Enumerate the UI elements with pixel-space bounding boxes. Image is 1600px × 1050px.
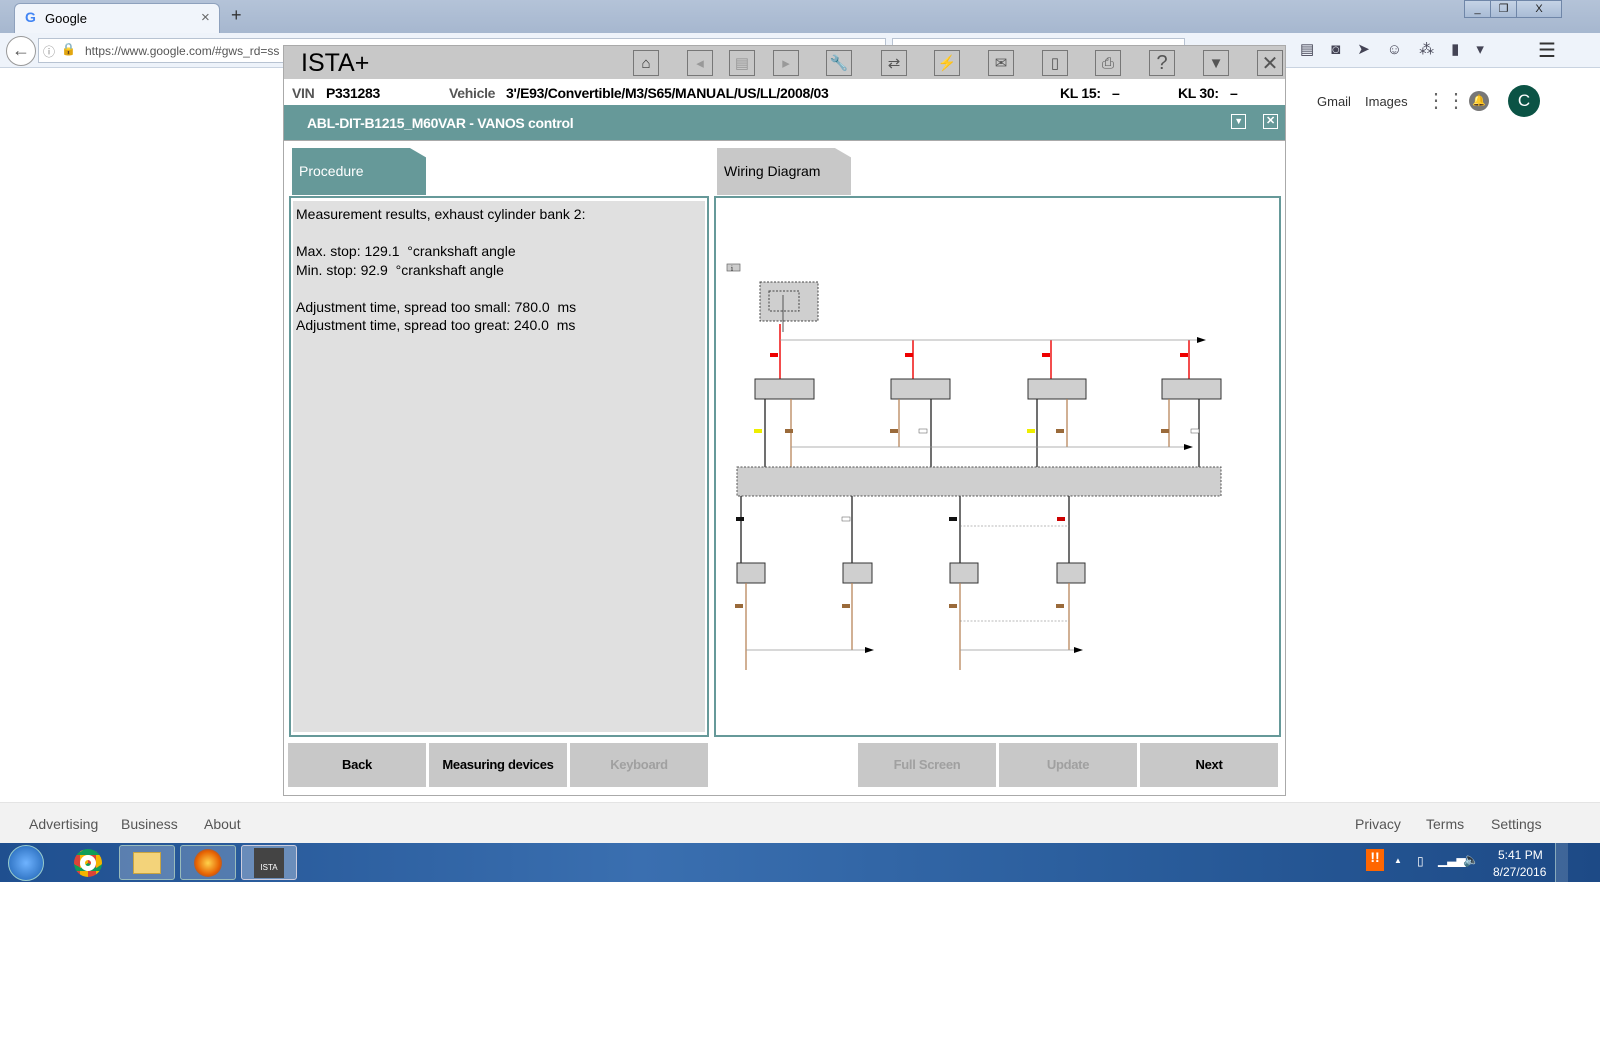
minimize-panel-icon[interactable]: ▼ bbox=[1203, 50, 1229, 76]
update-button[interactable]: Update bbox=[999, 743, 1137, 787]
forward-arrow-icon[interactable]: ▸ bbox=[773, 50, 799, 76]
alert-tray-icon[interactable]: !! bbox=[1366, 849, 1384, 871]
sensor-boxes bbox=[754, 378, 1222, 400]
tab-close-icon[interactable]: × bbox=[201, 9, 210, 26]
close-icon[interactable]: ✕ bbox=[1257, 50, 1283, 76]
menu-icon[interactable]: ☰ bbox=[1538, 38, 1556, 63]
valve-boxes bbox=[736, 562, 1086, 584]
window-close-button[interactable]: X bbox=[1516, 0, 1562, 18]
ista-window: ISTA+ ⌂ ◂ ▤ ▸ 🔧 ⇄ ⚡ ✉ ▯ ⎙ ? ▼ ✕ VIN P331… bbox=[283, 45, 1286, 796]
volume-tray-icon[interactable]: 🔈 bbox=[1463, 852, 1479, 868]
home-icon[interactable]: ⌂ bbox=[633, 50, 659, 76]
kl15-value: – bbox=[1112, 85, 1120, 101]
footer-link-business[interactable]: Business bbox=[121, 816, 178, 832]
footer-link-advertising[interactable]: Advertising bbox=[29, 816, 98, 832]
footer-link-privacy[interactable]: Privacy bbox=[1355, 816, 1401, 832]
wiring-diagram-panel[interactable]: i bbox=[714, 196, 1281, 737]
procedure-panel: Measurement results, exhaust cylinder ba… bbox=[289, 196, 709, 737]
avatar[interactable]: C bbox=[1508, 85, 1540, 117]
section-title: ABL-DIT-B1215_M60VAR - VANOS control bbox=[307, 115, 574, 131]
browser-tab[interactable]: G Google × bbox=[14, 3, 220, 33]
chrome-taskbar-icon[interactable] bbox=[60, 845, 116, 880]
document-icon[interactable]: ▤ bbox=[729, 50, 755, 76]
printer-icon[interactable]: ⎙ bbox=[1095, 50, 1121, 76]
procedure-text: Measurement results, exhaust cylinder ba… bbox=[293, 201, 705, 732]
measuring-devices-button[interactable]: Measuring devices bbox=[429, 743, 567, 787]
tab-wiring-diagram[interactable]: Wiring Diagram bbox=[717, 148, 851, 195]
wire-color-tags bbox=[754, 353, 1200, 434]
full-screen-button[interactable]: Full Screen bbox=[858, 743, 996, 787]
wiring-diagram[interactable]: i bbox=[716, 198, 1279, 735]
tab-title: Google bbox=[45, 11, 87, 26]
clock-date[interactable]: 8/27/2016 bbox=[1493, 865, 1546, 879]
info-icon: i bbox=[726, 263, 741, 273]
explorer-taskbar-icon[interactable] bbox=[119, 845, 175, 880]
ista-taskbar-icon[interactable]: ISTA bbox=[241, 845, 297, 880]
google-footer: Advertising Business About Privacy Terms… bbox=[0, 802, 1600, 843]
kl30-label: KL 30: bbox=[1178, 85, 1219, 101]
extension-icons[interactable]: ▤◙➤☺⁂▮▾ bbox=[1300, 40, 1501, 58]
control-unit bbox=[736, 466, 1222, 497]
new-tab-button[interactable]: + bbox=[231, 5, 242, 26]
footer-link-about[interactable]: About bbox=[204, 816, 241, 832]
vehicle-label: Vehicle bbox=[449, 85, 496, 101]
content-area: Procedure Wiring Diagram Measurement res… bbox=[284, 140, 1285, 795]
section-header: ABL-DIT-B1215_M60VAR - VANOS control ▼ ✕ bbox=[284, 105, 1285, 140]
app-title: ISTA+ bbox=[301, 49, 370, 77]
google-favicon-icon: G bbox=[25, 9, 36, 25]
back-button[interactable]: Back bbox=[288, 743, 426, 787]
show-desktop-button[interactable] bbox=[1555, 843, 1568, 882]
footer-link-terms[interactable]: Terms bbox=[1426, 816, 1464, 832]
clock-time[interactable]: 5:41 PM bbox=[1498, 848, 1543, 862]
vehicle-value: 3'/E93/Convertible/M3/S65/MANUAL/US/LL/2… bbox=[506, 85, 829, 101]
supply-wires bbox=[779, 324, 1190, 379]
gmail-link[interactable]: Gmail bbox=[1317, 94, 1351, 109]
info-icon[interactable]: ⓘ bbox=[43, 43, 55, 60]
next-button[interactable]: Next bbox=[1140, 743, 1278, 787]
mail-icon[interactable]: ✉ bbox=[988, 50, 1014, 76]
show-hidden-icons[interactable]: ▲ bbox=[1394, 856, 1402, 865]
battery-icon[interactable]: ▯ bbox=[1042, 50, 1068, 76]
firefox-taskbar-icon[interactable] bbox=[180, 845, 236, 880]
swap-icon[interactable]: ⇄ bbox=[881, 50, 907, 76]
lock-icon: 🔒 bbox=[61, 42, 76, 56]
minimize-button[interactable]: _ bbox=[1464, 0, 1491, 18]
browser-tab-bar: G Google × + _ ❐ X bbox=[0, 0, 1600, 33]
kl30-value: – bbox=[1230, 85, 1238, 101]
footer-link-settings[interactable]: Settings bbox=[1491, 816, 1542, 832]
vin-label: VIN bbox=[292, 85, 315, 101]
junction-box bbox=[759, 281, 819, 332]
keyboard-button[interactable]: Keyboard bbox=[570, 743, 708, 787]
maximize-button[interactable]: ❐ bbox=[1490, 0, 1517, 18]
kl15-label: KL 15: bbox=[1060, 85, 1101, 101]
wrench-icon[interactable]: 🔧 bbox=[826, 50, 852, 76]
close-section-icon[interactable]: ✕ bbox=[1263, 114, 1278, 129]
back-button[interactable]: ← bbox=[6, 36, 36, 66]
network-tray-icon[interactable]: ▁▃▅ bbox=[1438, 853, 1466, 867]
vehicle-info-row: VIN P331283 Vehicle 3'/E93/Convertible/M… bbox=[284, 79, 1285, 105]
start-button[interactable] bbox=[8, 845, 44, 881]
plug-icon[interactable]: ⚡ bbox=[934, 50, 960, 76]
taskbar: ISTA !! ▲ ▯ ▁▃▅ 🔈 5:41 PM 8/27/2016 bbox=[0, 843, 1600, 882]
battery-tray-icon[interactable]: ▯ bbox=[1417, 854, 1424, 868]
collapse-icon[interactable]: ▼ bbox=[1231, 114, 1246, 129]
svg-text:i: i bbox=[731, 266, 733, 273]
notifications-bell-icon[interactable]: 🔔 bbox=[1469, 91, 1489, 111]
url-text[interactable]: https://www.google.com/#gws_rd=ss bbox=[85, 44, 279, 58]
vin-value: P331283 bbox=[326, 85, 380, 101]
images-link[interactable]: Images bbox=[1365, 94, 1408, 109]
tab-procedure[interactable]: Procedure bbox=[292, 148, 426, 195]
ista-toolbar: ISTA+ ⌂ ◂ ▤ ▸ 🔧 ⇄ ⚡ ✉ ▯ ⎙ ? ▼ ✕ bbox=[284, 46, 1285, 79]
help-icon[interactable]: ? bbox=[1149, 50, 1175, 76]
back-arrow-icon[interactable]: ◂ bbox=[687, 50, 713, 76]
ista-taskbar-label: ISTA bbox=[254, 847, 284, 878]
